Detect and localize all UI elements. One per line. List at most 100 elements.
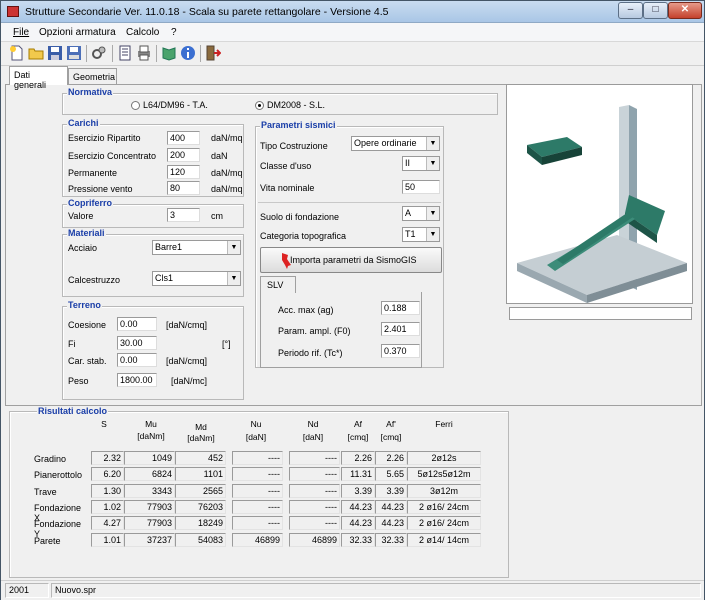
cell-nd: ---- [289, 467, 340, 481]
col-header-nu: Nu [250, 419, 262, 429]
radio-l64-label: L64/DM96 - T.A. [143, 100, 208, 110]
chevron-down-icon[interactable]: ▼ [426, 157, 439, 170]
cell-md: 18249 [175, 516, 226, 530]
save-icon[interactable] [47, 45, 63, 61]
chevron-down-icon[interactable]: ▼ [426, 137, 439, 150]
acc-max-input[interactable]: 0.188 [381, 301, 420, 315]
carichi-unit-3: daN/mq [211, 184, 243, 194]
car-stab-input[interactable]: 0.00 [117, 353, 157, 367]
terreno-label-3: Peso [68, 376, 89, 386]
classe-uso-select[interactable]: II ▼ [402, 156, 440, 171]
tipo-costruzione-select[interactable]: Opere ordinarie ▼ [351, 136, 440, 151]
acc-max-label: Acc. max (ag) [278, 305, 334, 315]
new-file-icon[interactable] [9, 45, 25, 61]
close-button[interactable]: ✕ [668, 2, 702, 19]
maximize-button[interactable]: □ [643, 2, 668, 19]
cell-af1: 44.23 [375, 516, 407, 530]
app-window: Strutture Secondarie Ver. 11.0.18 - Scal… [0, 0, 705, 600]
tab-slv[interactable]: SLV [260, 276, 296, 293]
tab-dati-generali[interactable]: Dati generali [9, 66, 68, 90]
chevron-down-icon[interactable]: ▼ [227, 272, 240, 285]
status-panel-code: 2001 [5, 583, 49, 598]
normativa-title: Normativa [67, 87, 114, 97]
cell-s: 1.02 [91, 500, 124, 514]
acciaio-select[interactable]: Barre1 ▼ [152, 240, 241, 255]
calcestruzzo-select[interactable]: Cls1 ▼ [152, 271, 241, 286]
cell-af1: 3.39 [375, 484, 407, 498]
acciaio-label: Acciaio [68, 243, 98, 253]
vita-nominale-input[interactable]: 50 [402, 180, 440, 194]
menu-calcolo[interactable]: Calcolo [126, 27, 159, 38]
open-folder-icon[interactable] [28, 45, 44, 61]
carichi-unit-0: daN/mq [211, 133, 243, 143]
carichi-unit-1: daN [211, 151, 228, 161]
terreno-title: Terreno [67, 300, 102, 310]
importa-sismogis-button[interactable]: Importa parametri da SismoGIS [260, 247, 442, 273]
col-header-af1-unit: [cmq] [380, 432, 402, 442]
cat-topografica-select[interactable]: T1 ▼ [402, 227, 440, 242]
terreno-unit-0: [daN/cmq] [166, 320, 208, 330]
copriferro-label: Valore [68, 211, 94, 221]
param-ampl-input[interactable]: 2.401 [381, 322, 420, 336]
menu-file[interactable]: File [13, 27, 29, 38]
cell-af: 44.23 [341, 500, 375, 514]
suolo-select[interactable]: A ▼ [402, 206, 440, 221]
carichi-label-1: Esercizio Concentrato [68, 151, 157, 161]
col-header-nd: Nd [307, 419, 319, 429]
carichi-unit-2: daN/mq [211, 168, 243, 178]
fi-input[interactable]: 30.00 [117, 336, 157, 350]
col-header-nd-unit: [daN] [302, 432, 324, 442]
chevron-down-icon[interactable]: ▼ [426, 228, 439, 241]
coesione-input[interactable]: 0.00 [117, 317, 157, 331]
minimize-icon: – [627, 4, 634, 15]
tipo-costruzione-label: Tipo Costruzione [260, 141, 328, 151]
chevron-down-icon[interactable]: ▼ [426, 207, 439, 220]
pressione-vento-input[interactable]: 80 [167, 181, 200, 195]
terreno-unit-3: [daN/mc] [171, 376, 208, 386]
classe-uso-value: II [405, 158, 411, 168]
divider [258, 202, 441, 203]
cell-ferri: 5ø12s5ø12m [407, 467, 481, 481]
status-panel-file: Nuovo.spr [51, 583, 701, 598]
cell-md: 1101 [175, 467, 226, 481]
permanente-input[interactable]: 120 [167, 165, 200, 179]
copriferro-title: Copriferro [67, 198, 114, 208]
report-icon[interactable] [117, 45, 133, 61]
cell-ferri: 2 ø14/ 14cm [407, 533, 481, 547]
esercizio-concentrato-input[interactable]: 200 [167, 148, 200, 162]
cell-s: 6.20 [91, 467, 124, 481]
esercizio-ripartito-input[interactable]: 400 [167, 131, 200, 145]
info-icon[interactable] [180, 45, 196, 61]
col-header-mu-unit: [daNm] [137, 431, 165, 441]
chevron-down-icon[interactable]: ▼ [227, 241, 240, 254]
cell-af1: 2.26 [375, 451, 407, 465]
cell-nd: ---- [289, 484, 340, 498]
col-header-ferri: Ferri [435, 419, 453, 429]
calcestruzzo-label: Calcestruzzo [68, 275, 121, 285]
menu-opzioni-armatura[interactable]: Opzioni armatura [39, 27, 116, 38]
help-book-icon[interactable] [161, 45, 177, 61]
minimize-button[interactable]: – [618, 2, 643, 19]
terreno-unit-2: [daN/cmq] [166, 356, 208, 366]
save-as-icon[interactable] [66, 45, 82, 61]
radio-dm2008[interactable] [255, 101, 264, 110]
periodo-rif-input[interactable]: 0.370 [381, 344, 420, 358]
settings-icon[interactable] [91, 45, 107, 61]
stair-3d-preview [517, 105, 687, 303]
peso-input[interactable]: 1800.00 [117, 373, 157, 387]
terreno-unit-1: [°] [222, 339, 231, 349]
print-icon[interactable] [136, 45, 152, 61]
cell-ferri: 2ø12s [407, 451, 481, 465]
copriferro-input[interactable]: 3 [167, 208, 200, 222]
cell-md: 452 [175, 451, 226, 465]
classe-uso-label: Classe d'uso [260, 161, 312, 171]
cell-mu: 37237 [124, 533, 175, 547]
exit-icon[interactable] [205, 45, 221, 61]
menu-help[interactable]: ? [171, 27, 177, 38]
radio-l64[interactable] [131, 101, 140, 110]
tipo-costruzione-value: Opere ordinarie [354, 138, 417, 148]
cell-af1: 44.23 [375, 500, 407, 514]
row-name: Gradino [34, 454, 67, 464]
cell-af: 11.31 [341, 467, 375, 481]
suolo-value: A [405, 208, 412, 218]
